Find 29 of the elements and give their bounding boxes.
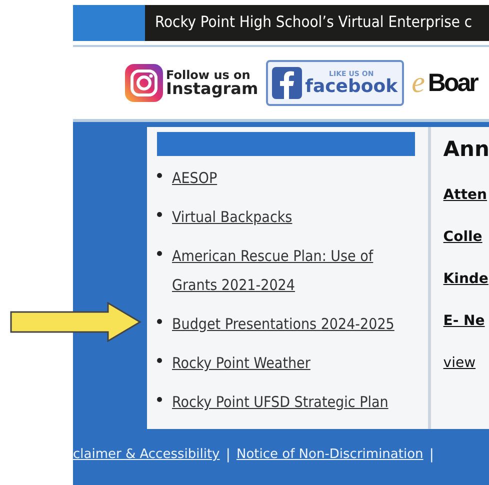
bullet: [157, 358, 162, 363]
bullet: [157, 173, 162, 178]
arrow-icon: [10, 302, 142, 342]
bullet: [157, 251, 162, 256]
announcement-link[interactable]: view: [443, 355, 489, 371]
eboard-link[interactable]: eBoar: [408, 62, 483, 104]
separator: |: [429, 447, 434, 463]
quick-link[interactable]: AESOP: [172, 164, 412, 193]
separator: |: [226, 447, 230, 463]
quick-link[interactable]: Budget Presentations 2024-2025: [172, 310, 412, 339]
announcement-link[interactable]: Atten: [443, 187, 489, 203]
bullet: [157, 319, 162, 324]
announcement-link[interactable]: Kinde: [443, 271, 489, 287]
announcement-link[interactable]: E- Ne: [443, 313, 489, 329]
footer-link[interactable]: Notice of Non-Discrimination: [236, 447, 424, 463]
quick-link[interactable]: Rocky Point Weather: [172, 349, 412, 378]
quick-link[interactable]: American Rescue Plan: Use of Grants 2021-2024: [172, 242, 412, 300]
instagram-link[interactable]: Follow us on Instagram: [121, 62, 262, 104]
announcements-heading: Ann: [443, 137, 489, 161]
bullet: [157, 212, 162, 217]
quick-link[interactable]: Virtual Backpacks: [172, 203, 412, 232]
banner-block: [73, 5, 145, 41]
announcement-link[interactable]: Colle: [443, 229, 489, 245]
quick-link[interactable]: Rocky Point UFSD Strategic Plan: [172, 388, 412, 417]
site-title: Rocky Point High School’s Virtual Enterprise c: [154, 12, 472, 33]
f-logo-icon: [272, 67, 302, 99]
bullet: [157, 397, 162, 402]
footer-link[interactable]: claimer & Accessibility: [73, 447, 220, 463]
camera-icon: [125, 64, 163, 102]
